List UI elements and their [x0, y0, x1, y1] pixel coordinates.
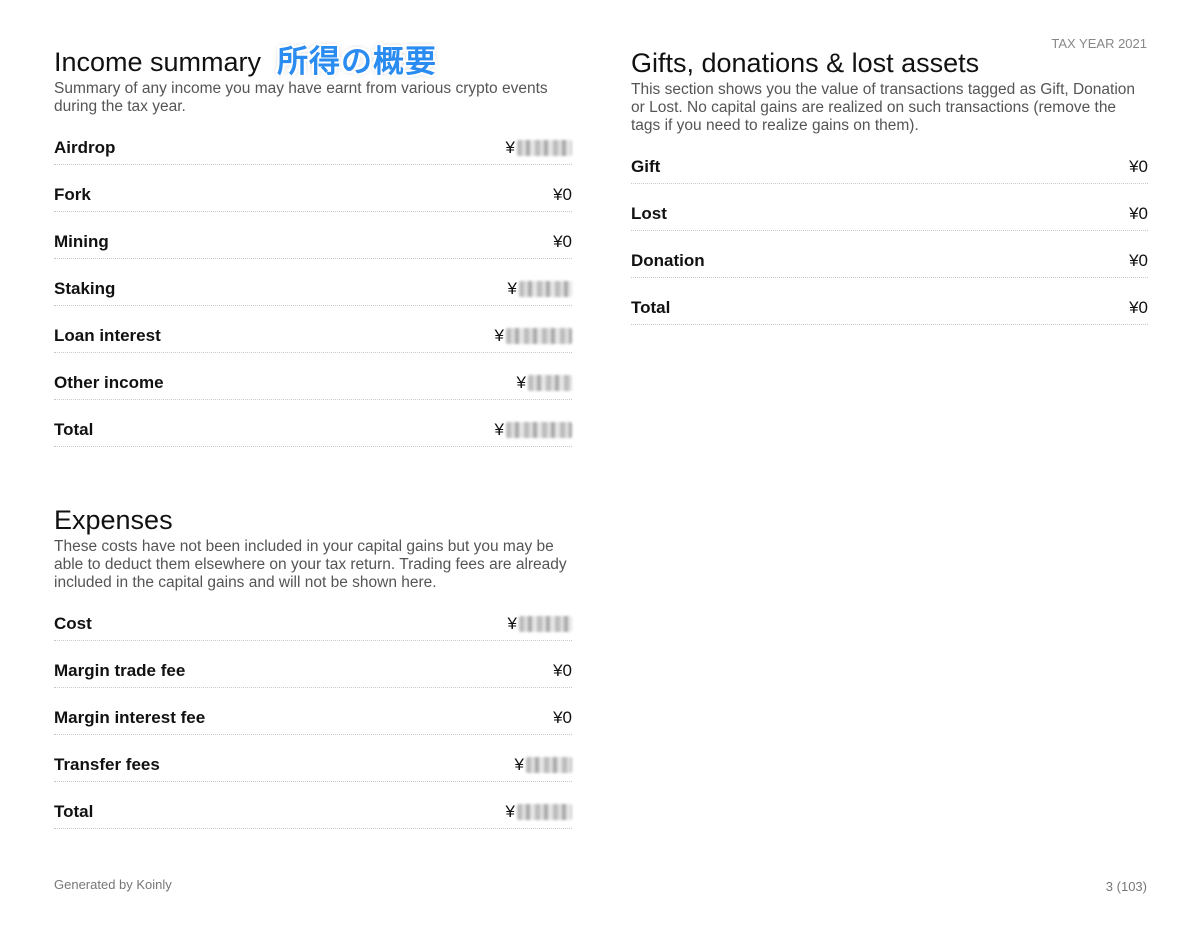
currency-symbol: ¥: [1129, 298, 1139, 317]
gifts-description: This section shows you the value of tran…: [631, 81, 1136, 134]
row-label: Margin interest fee: [54, 708, 206, 727]
row-value: ¥: [495, 326, 572, 346]
row-value: ¥: [506, 802, 572, 822]
currency-symbol: ¥: [553, 661, 563, 680]
row-label: Total: [54, 802, 94, 821]
currency-symbol: ¥: [505, 138, 515, 157]
gifts-table: Gift ¥0 Lost ¥0 Donation ¥0 Total ¥0: [631, 137, 1148, 325]
table-row: Airdrop ¥: [54, 118, 572, 165]
table-row: Mining ¥0: [54, 212, 572, 259]
redacted-amount: [528, 375, 572, 391]
row-value: ¥0: [1129, 251, 1148, 271]
income-summary-heading: Income summary 所得の概要: [54, 46, 572, 78]
row-value: ¥: [508, 279, 572, 299]
row-label: Loan interest: [54, 326, 161, 345]
currency-symbol: ¥: [507, 279, 517, 298]
currency-symbol: ¥: [553, 708, 563, 727]
table-row: Margin trade fee ¥0: [54, 641, 572, 688]
table-row: Donation ¥0: [631, 231, 1148, 278]
row-value: ¥0: [553, 661, 572, 681]
row-label: Total: [54, 420, 94, 439]
redacted-amount: [517, 140, 572, 156]
table-row: Staking ¥: [54, 259, 572, 306]
row-value: ¥0: [1129, 157, 1148, 177]
row-value: ¥0: [1129, 204, 1148, 224]
gifts-title: Gifts, donations & lost assets: [631, 48, 980, 78]
row-value: ¥: [515, 755, 572, 775]
currency-symbol: ¥: [494, 420, 504, 439]
table-row: Transfer fees ¥: [54, 735, 572, 782]
redacted-amount: [517, 804, 572, 820]
amount: 0: [562, 708, 572, 727]
gifts-section: Gifts, donations & lost assets This sect…: [631, 47, 1148, 325]
currency-symbol: ¥: [1129, 251, 1139, 270]
currency-symbol: ¥: [1129, 157, 1139, 176]
amount: 0: [1138, 204, 1148, 223]
expenses-title: Expenses: [54, 505, 173, 535]
row-value: ¥: [506, 138, 572, 158]
row-label: Transfer fees: [54, 755, 160, 774]
row-label: Gift: [631, 157, 661, 176]
footer-generated-by: Generated by Koinly: [54, 877, 172, 892]
income-table: Airdrop ¥ Fork ¥0 Mining ¥0 Staking ¥ Lo…: [54, 118, 572, 447]
amount: 0: [562, 185, 572, 204]
amount: 0: [1138, 157, 1148, 176]
redacted-amount: [519, 281, 572, 297]
footer-page-number: 3 (103): [1105, 879, 1147, 894]
table-row: Fork ¥0: [54, 165, 572, 212]
income-summary-title: Income summary: [54, 47, 262, 77]
table-row: Cost ¥: [54, 594, 572, 641]
row-value: ¥0: [553, 708, 572, 728]
income-summary-description: Summary of any income you may have earnt…: [54, 80, 548, 115]
currency-symbol: ¥: [553, 185, 563, 204]
row-label: Cost: [54, 614, 92, 633]
row-label: Fork: [54, 185, 91, 204]
income-summary-section: Income summary 所得の概要 Summary of any inco…: [54, 46, 572, 447]
amount: 0: [562, 661, 572, 680]
row-label: Airdrop: [54, 138, 116, 157]
row-value: ¥: [495, 420, 572, 440]
amount: 0: [1138, 251, 1148, 270]
amount: 0: [1138, 298, 1148, 317]
row-value: ¥0: [553, 185, 572, 205]
currency-symbol: ¥: [516, 373, 526, 392]
row-label: Margin trade fee: [54, 661, 186, 680]
currency-symbol: ¥: [494, 326, 504, 345]
expenses-table: Cost ¥ Margin trade fee ¥0 Margin intere…: [54, 594, 572, 829]
table-row: Total ¥0: [631, 278, 1148, 325]
row-label: Lost: [631, 204, 667, 223]
row-value: ¥: [517, 373, 572, 393]
table-row: Gift ¥0: [631, 137, 1148, 184]
amount: 0: [562, 232, 572, 251]
row-label: Other income: [54, 373, 164, 392]
table-row: Total ¥: [54, 400, 572, 447]
currency-symbol: ¥: [507, 614, 517, 633]
currency-symbol: ¥: [553, 232, 563, 251]
redacted-amount: [506, 328, 572, 344]
table-row: Other income ¥: [54, 353, 572, 400]
table-row: Loan interest ¥: [54, 306, 572, 353]
row-label: Total: [631, 298, 671, 317]
table-row: Lost ¥0: [631, 184, 1148, 231]
redacted-amount: [526, 757, 572, 773]
currency-symbol: ¥: [514, 755, 524, 774]
row-value: ¥: [508, 614, 572, 634]
income-summary-annotation: 所得の概要: [277, 44, 438, 80]
row-value: ¥0: [553, 232, 572, 252]
table-row: Margin interest fee ¥0: [54, 688, 572, 735]
row-label: Staking: [54, 279, 116, 298]
row-value: ¥0: [1129, 298, 1148, 318]
redacted-amount: [519, 616, 572, 632]
redacted-amount: [506, 422, 572, 438]
currency-symbol: ¥: [505, 802, 515, 821]
expenses-section: Expenses These costs have not been inclu…: [54, 504, 572, 829]
row-label: Mining: [54, 232, 109, 251]
table-row: Total ¥: [54, 782, 572, 829]
expenses-description: These costs have not been included in yo…: [54, 538, 567, 591]
currency-symbol: ¥: [1129, 204, 1139, 223]
row-label: Donation: [631, 251, 705, 270]
